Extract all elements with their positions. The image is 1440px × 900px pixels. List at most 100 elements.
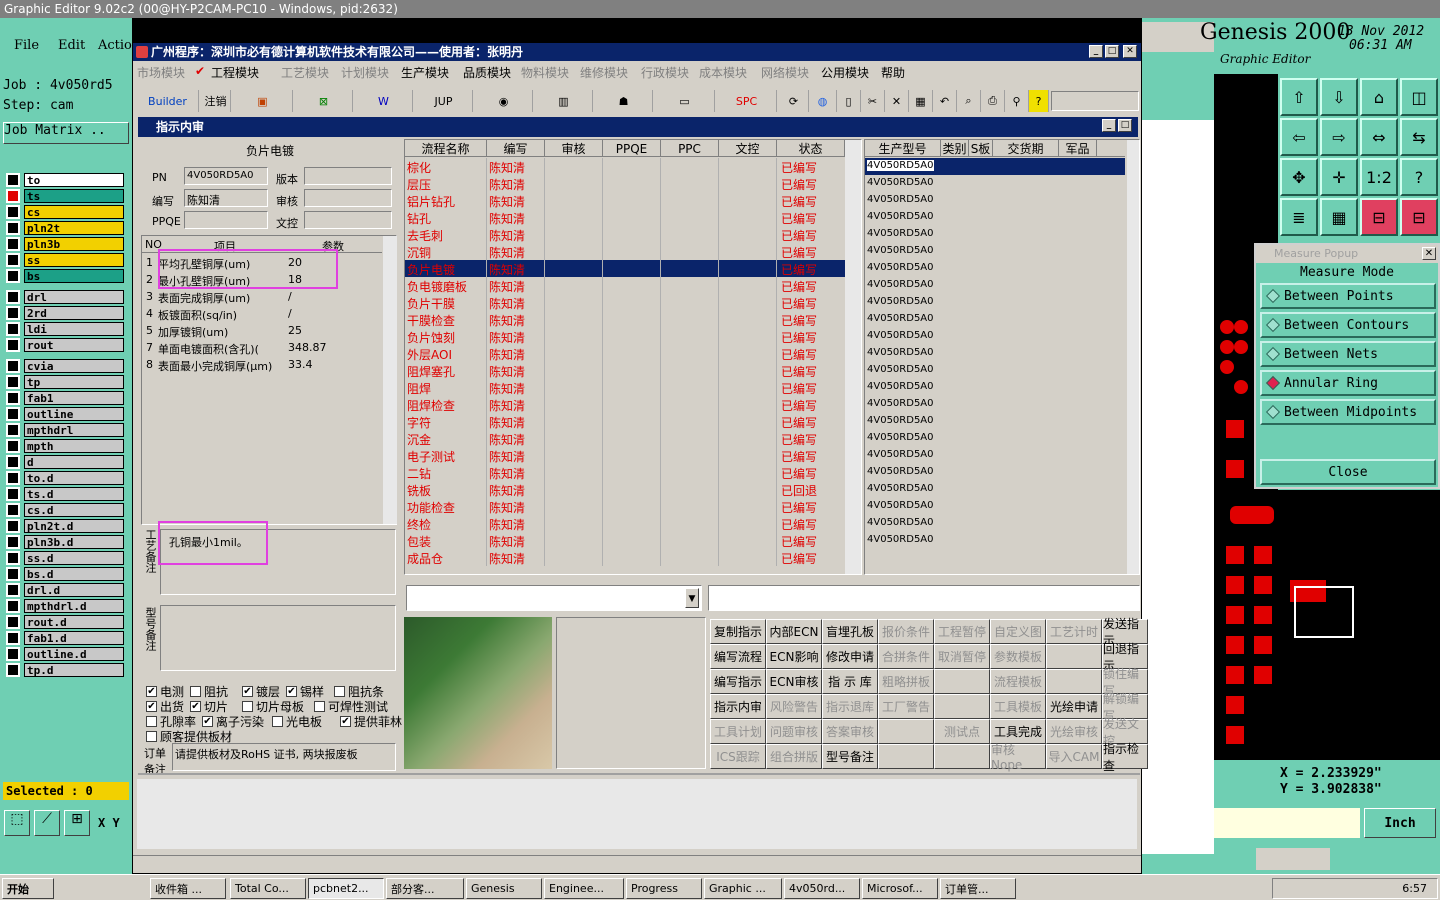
layer-row[interactable]: ss xyxy=(6,252,124,267)
tool-select-icon[interactable]: ⬚ xyxy=(4,810,30,836)
flow-row[interactable]: 负片干膜 陈知清 已编写 xyxy=(405,294,845,311)
maximize-icon[interactable]: □ xyxy=(1118,119,1132,132)
layer-checkbox[interactable] xyxy=(6,390,20,405)
menu-item[interactable]: 维修模块 xyxy=(580,64,628,81)
layer-name[interactable]: pln3b xyxy=(24,236,124,251)
action-button[interactable]: 指示退库 xyxy=(822,694,878,719)
layer-row[interactable]: fab1.d xyxy=(6,630,124,645)
word-icon[interactable]: W xyxy=(355,90,413,112)
action-button[interactable]: 流程模板 xyxy=(990,669,1046,694)
menu-item[interactable]: 公用模块 xyxy=(821,64,869,81)
mirror-icon[interactable]: ⇆ xyxy=(1400,118,1438,156)
action-button[interactable] xyxy=(934,669,990,694)
taskbar-item[interactable]: Enginee... xyxy=(544,878,624,899)
excel-icon[interactable]: ⊠ xyxy=(295,90,353,112)
product-row[interactable]: 4V050RD5A0 xyxy=(865,413,1125,430)
layer-checkbox[interactable] xyxy=(6,438,20,453)
option-checkbox[interactable]: 光电板 xyxy=(272,713,322,730)
taskbar-item[interactable]: 部分客... xyxy=(386,878,464,899)
product-row[interactable]: 4V050RD5A0 xyxy=(865,294,1125,311)
menu-item[interactable]: 工艺模块 xyxy=(281,64,329,81)
product-row[interactable]: 4V050RD5A0 xyxy=(865,515,1125,532)
menu-edit[interactable]: Edit xyxy=(58,38,85,53)
menu-item[interactable]: 网络模块 xyxy=(761,64,809,81)
action-button[interactable] xyxy=(934,744,990,769)
layer-checkbox[interactable] xyxy=(6,305,20,320)
doc-control-field[interactable] xyxy=(304,211,392,229)
order-note-field[interactable]: 请提供板材及RoHS 证书, 两块报废板 xyxy=(172,743,396,771)
menu-item[interactable]: 计划模块 xyxy=(341,64,389,81)
cut-icon[interactable]: ✂ xyxy=(861,90,885,112)
taskbar-item[interactable]: Microsof... xyxy=(862,878,938,899)
flow-row[interactable]: 阻焊塞孔 陈知清 已编写 xyxy=(405,362,845,379)
layer-name[interactable]: cs.d xyxy=(24,502,124,517)
action-button[interactable]: 光绘审核 xyxy=(1046,719,1102,744)
swap-icon[interactable]: ⇔ xyxy=(1360,118,1398,156)
close-icon[interactable]: ✕ xyxy=(1123,45,1137,58)
menu-item[interactable]: 成本模块 xyxy=(699,64,747,81)
checkbox-icon[interactable]: ✔ xyxy=(202,716,213,727)
layer-checkbox[interactable] xyxy=(6,614,20,629)
layer-row[interactable]: mpthdrl xyxy=(6,422,124,437)
product-row[interactable]: 4V050RD5A0 xyxy=(865,430,1125,447)
product-row[interactable]: 4V050RD5A0 xyxy=(865,379,1125,396)
layer-row[interactable]: drl xyxy=(6,289,124,304)
spc-button[interactable]: SPC xyxy=(717,90,777,112)
layer-row[interactable]: cvia xyxy=(6,358,124,373)
checkbox-icon[interactable]: ✔ xyxy=(190,701,201,712)
layer-checkbox[interactable] xyxy=(6,550,20,565)
layer-checkbox[interactable] xyxy=(6,630,20,645)
flow-row[interactable]: 外层AOI 陈知清 已编写 xyxy=(405,345,845,362)
layer-checkbox[interactable] xyxy=(6,502,20,517)
action-button[interactable]: 报价条件 xyxy=(878,619,934,644)
layer-name[interactable]: drl xyxy=(24,289,124,304)
center-icon[interactable]: ✛ xyxy=(1320,158,1358,196)
layer-name[interactable]: outline xyxy=(24,406,124,421)
flow-row[interactable]: 功能检查 陈知清 已编写 xyxy=(405,498,845,515)
layer-checkbox[interactable] xyxy=(6,422,20,437)
flow-scrollbar[interactable] xyxy=(845,140,861,574)
layer-name[interactable]: 2rd xyxy=(24,305,124,320)
menu-item[interactable]: 工程模块 xyxy=(211,64,259,81)
action-button[interactable] xyxy=(1046,669,1102,694)
toolbar-combo[interactable] xyxy=(1051,91,1139,111)
fit-icon[interactable]: ✥ xyxy=(1280,158,1318,196)
action-button[interactable]: 复制指示 xyxy=(710,619,766,644)
checkbox-icon[interactable]: ✔ xyxy=(340,716,351,727)
layer-name[interactable]: tp xyxy=(24,374,124,389)
report-icon[interactable]: ▣ xyxy=(233,90,293,112)
checkbox-icon[interactable] xyxy=(272,716,283,727)
action-button[interactable] xyxy=(1046,644,1102,669)
help-icon[interactable]: ? xyxy=(1029,90,1049,112)
layer-name[interactable]: bs xyxy=(24,268,124,283)
checkbox-icon[interactable]: ✔ xyxy=(146,701,157,712)
layer-row[interactable]: cs xyxy=(6,204,124,219)
database-icon[interactable]: ▥ xyxy=(535,90,593,112)
layer-name[interactable]: ss xyxy=(24,252,124,267)
layer-name[interactable]: to xyxy=(24,172,124,187)
checkbox-icon[interactable] xyxy=(146,716,157,727)
action-button[interactable]: 问题审核 xyxy=(766,719,822,744)
option-checkbox[interactable]: ✔ 提供菲林 xyxy=(340,713,402,730)
action-button[interactable]: 工厂警告 xyxy=(878,694,934,719)
action-button[interactable]: ECN审核 xyxy=(766,669,822,694)
logout-button[interactable]: 注销 xyxy=(201,90,231,112)
checkbox-icon[interactable] xyxy=(190,686,201,697)
layer-row[interactable]: drl.d xyxy=(6,582,124,597)
layer-name[interactable]: mpth xyxy=(24,438,124,453)
action-button[interactable]: 答案审核 xyxy=(822,719,878,744)
jump-button[interactable]: JUP xyxy=(415,90,473,112)
layer-checkbox[interactable] xyxy=(6,204,20,219)
layer-checkbox[interactable] xyxy=(6,268,20,283)
param-row[interactable]: 8 表面最小完成铜厚(μm) 33.4 xyxy=(142,356,382,373)
layer-name[interactable]: mpthdrl.d xyxy=(24,598,124,613)
product-row[interactable]: 4V050RD5A0 xyxy=(865,277,1125,294)
layer-row[interactable]: mpth xyxy=(6,438,124,453)
menu-file[interactable]: File xyxy=(14,38,39,53)
layer-checkbox[interactable] xyxy=(6,598,20,613)
layer-name[interactable]: to.d xyxy=(24,470,124,485)
taskbar-item[interactable]: Total Co... xyxy=(230,878,306,899)
maximize-icon[interactable]: □ xyxy=(1105,45,1119,58)
stack-icon[interactable]: ⊟ xyxy=(1400,198,1438,236)
layer-checkbox[interactable] xyxy=(6,236,20,251)
